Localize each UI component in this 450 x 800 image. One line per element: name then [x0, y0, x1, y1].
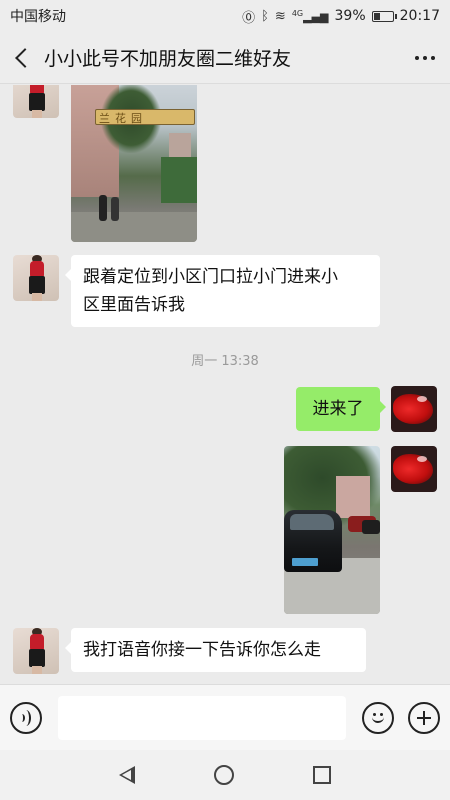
- clock: 20:17: [399, 8, 440, 24]
- emoji-icon[interactable]: [362, 701, 394, 734]
- timestamp: 周一 13:38: [191, 354, 259, 369]
- message-input[interactable]: [58, 695, 346, 740]
- bluetooth-icon: ᛒ: [261, 8, 269, 24]
- wifi-icon: ≋: [274, 8, 286, 24]
- avatar[interactable]: [13, 85, 59, 118]
- avatar[interactable]: [391, 386, 437, 432]
- carrier-label: 中国移动: [10, 9, 66, 25]
- message-bubble[interactable]: 我打语音你接一下告诉你怎么走: [65, 628, 366, 672]
- avatar[interactable]: [13, 255, 59, 301]
- message-image[interactable]: 兰花园: [71, 85, 197, 242]
- message-text: 我打语音你接一下告诉你怎么走: [83, 640, 321, 660]
- nav-back-icon[interactable]: [119, 766, 136, 784]
- message-text-line: 跟着定位到小区门口拉小门进来小: [83, 267, 338, 287]
- message-list[interactable]: 兰花园 跟着定位到小区门口拉小门进来小 区里面告诉我 周一 13:38 进来了 …: [0, 85, 450, 683]
- chat-title: 小小此号不加朋友圈二维好友: [44, 48, 292, 70]
- battery-percent: 39%: [334, 8, 366, 24]
- nav-home-icon[interactable]: [213, 765, 234, 785]
- avatar[interactable]: [391, 446, 437, 492]
- message-image[interactable]: [284, 446, 380, 614]
- gate-sign-text: 兰花园: [99, 112, 147, 125]
- message-bubble[interactable]: 进来了: [296, 387, 386, 431]
- signal-icon: 4G▂▄▆: [291, 8, 329, 24]
- plus-icon[interactable]: [408, 701, 440, 734]
- more-horizontal-icon[interactable]: [400, 32, 450, 84]
- message-bubble[interactable]: 跟着定位到小区门口拉小门进来小 区里面告诉我: [65, 255, 380, 327]
- status-bar: 中国移动 ⓪ ᛒ ≋ 4G▂▄▆ 39% 20:17: [0, 0, 450, 32]
- chat-header: 小小此号不加朋友圈二维好友: [0, 32, 450, 84]
- system-nav-bar: [0, 750, 450, 800]
- message-text-line: 区里面告诉我: [83, 295, 185, 315]
- battery-fill: [373, 12, 381, 20]
- avatar[interactable]: [13, 628, 59, 674]
- nav-recent-apps-icon[interactable]: [312, 766, 331, 784]
- chevron-left-icon[interactable]: [0, 32, 40, 84]
- network-type: 4G: [291, 8, 304, 18]
- voice-icon[interactable]: [10, 701, 42, 734]
- input-bar: [0, 684, 450, 750]
- status-icons: ⓪ ᛒ ≋ 4G▂▄▆ 39% 20:17: [242, 7, 440, 26]
- nfc-icon: ⓪: [242, 10, 256, 26]
- message-text: 进来了: [312, 399, 364, 419]
- battery-icon: [371, 10, 397, 22]
